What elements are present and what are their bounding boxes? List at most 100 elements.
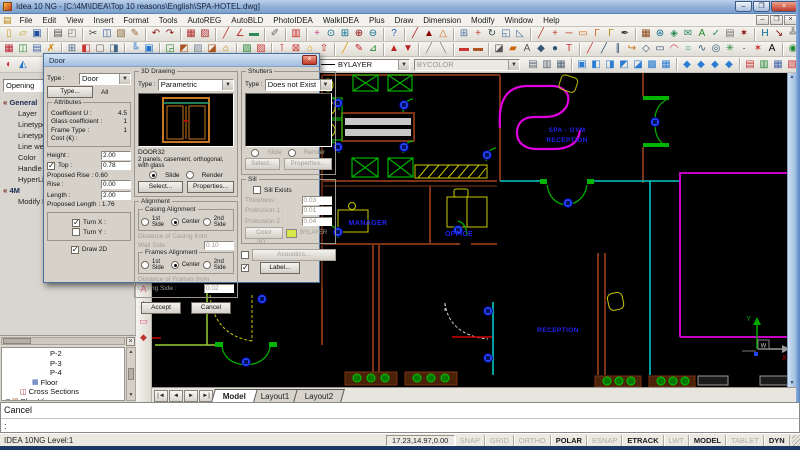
- toggle-snap[interactable]: SNAP: [455, 435, 485, 446]
- toggle-ortho[interactable]: ORTHO: [514, 435, 551, 446]
- erase-icon[interactable]: ▥: [289, 28, 303, 41]
- h-section-icon[interactable]: H: [758, 28, 772, 41]
- plot3-icon[interactable]: ▦: [554, 58, 568, 71]
- grid-tool-icon[interactable]: ⊞: [457, 28, 471, 41]
- view-cube1-icon[interactable]: ▣: [575, 58, 589, 71]
- pan-icon[interactable]: +: [310, 28, 324, 41]
- toggle-esnap[interactable]: ESNAP: [587, 435, 622, 446]
- tree-item-p3[interactable]: P-3: [2, 359, 124, 369]
- tab-model[interactable]: Model: [211, 389, 258, 402]
- tree-item-floor[interactable]: ▦ Floor: [2, 378, 124, 388]
- redline-icon[interactable]: ╱: [408, 28, 422, 41]
- chevron-down-icon[interactable]: ▼: [119, 74, 130, 84]
- pen-icon[interactable]: ✒: [618, 28, 632, 41]
- draw-2d-checkbox[interactable]: [71, 246, 79, 254]
- open-icon[interactable]: ▱: [16, 28, 30, 41]
- polyline-icon[interactable]: ╱: [597, 43, 611, 56]
- perspective2-icon[interactable]: ╲: [436, 43, 450, 56]
- type-button[interactable]: Type...: [47, 86, 93, 98]
- crosshair-icon[interactable]: +: [471, 28, 485, 41]
- check-icon[interactable]: ✓: [709, 28, 723, 41]
- slide-radio[interactable]: [149, 171, 157, 179]
- coordinates-readout[interactable]: 17.23,14.97,0.00: [386, 435, 455, 446]
- height-field[interactable]: 2.00: [101, 151, 131, 160]
- copy-icon[interactable]: ◫: [100, 28, 114, 41]
- toggle-lwt[interactable]: LWT: [664, 435, 689, 446]
- view-cube2-icon[interactable]: ◧: [589, 58, 603, 71]
- close-button[interactable]: ×: [771, 1, 797, 12]
- wall2-tool-icon[interactable]: ◫: [16, 43, 30, 56]
- zoom-previous-icon[interactable]: ⊙: [324, 28, 338, 41]
- close-icon[interactable]: ×: [302, 55, 317, 65]
- turn-y-checkbox[interactable]: [72, 228, 80, 236]
- plot2-icon[interactable]: ▥: [540, 58, 554, 71]
- scroll-down-icon[interactable]: ▼: [129, 392, 134, 399]
- calc-icon[interactable]: ▦: [639, 28, 653, 41]
- iso-view2-icon[interactable]: ◆: [694, 58, 708, 71]
- menu-photoidea[interactable]: PhotoIDEA: [268, 16, 318, 25]
- extra3-icon[interactable]: ▦: [771, 58, 785, 71]
- casing-1st-side-radio[interactable]: [141, 218, 149, 226]
- command-window[interactable]: Cancel :: [0, 402, 800, 433]
- save-icon[interactable]: ▣: [30, 28, 44, 41]
- frames-center-radio[interactable]: [171, 261, 179, 269]
- tree-vertical-scrollbar[interactable]: ▲ ▼: [126, 347, 136, 401]
- menu-draw[interactable]: Draw: [390, 16, 419, 25]
- furniture-icon[interactable]: A: [520, 43, 534, 56]
- plus-icon[interactable]: +: [548, 28, 562, 41]
- cut-icon[interactable]: ✂: [86, 28, 100, 41]
- level-down-icon[interactable]: ▼: [401, 43, 415, 56]
- corner-icon[interactable]: Γ: [590, 28, 604, 41]
- resize-grip-icon[interactable]: [792, 435, 800, 446]
- menu-file[interactable]: File: [15, 16, 38, 25]
- sketch-icon[interactable]: ✎: [352, 43, 366, 56]
- star-icon[interactable]: ✶: [737, 28, 751, 41]
- paste-icon[interactable]: ▧: [114, 28, 128, 41]
- print-preview-icon[interactable]: ◰: [65, 28, 79, 41]
- accept-button[interactable]: Accept: [141, 302, 181, 314]
- minimize-button[interactable]: –: [735, 1, 752, 12]
- rect-icon[interactable]: ▭: [576, 28, 590, 41]
- eraser2-icon[interactable]: ◪: [492, 43, 506, 56]
- plot1-icon[interactable]: ▤: [526, 58, 540, 71]
- layers3d-icon[interactable]: ◭: [16, 58, 30, 71]
- triangle-up-icon[interactable]: ▲: [422, 28, 436, 41]
- palette-header[interactable]: Opening: [3, 79, 45, 92]
- turn-x-checkbox[interactable]: [72, 219, 80, 227]
- mail-icon[interactable]: ✉: [681, 28, 695, 41]
- extra1-icon[interactable]: ▤: [743, 58, 757, 71]
- spline-icon[interactable]: ∿: [695, 43, 709, 56]
- offset-icon[interactable]: ↪: [625, 43, 639, 56]
- acoustics-checkbox[interactable]: [241, 251, 249, 259]
- extra2-icon[interactable]: ▥: [757, 58, 771, 71]
- slope-icon[interactable]: ◺: [513, 28, 527, 41]
- print-icon[interactable]: ▤: [51, 28, 65, 41]
- corner2-icon[interactable]: Γ: [604, 28, 618, 41]
- scrollbar-thumb[interactable]: [128, 368, 134, 380]
- tree-tool-icon[interactable]: T: [562, 43, 576, 56]
- menu-view[interactable]: View: [61, 16, 88, 25]
- symbol-icon[interactable]: ◆: [534, 43, 548, 56]
- perspective1-icon[interactable]: ╱: [422, 43, 436, 56]
- casing-2nd-side-radio[interactable]: [203, 218, 211, 226]
- command-prompt[interactable]: :: [1, 419, 799, 433]
- top-checkbox[interactable]: [47, 162, 55, 170]
- menu-autobld[interactable]: AutoBLD: [226, 16, 268, 25]
- circle-icon[interactable]: ○: [681, 43, 695, 56]
- layer-select[interactable]: BYLAYER ▼: [318, 59, 410, 71]
- toggle-grid[interactable]: GRID: [485, 435, 514, 446]
- rise-field[interactable]: 0.00: [101, 180, 131, 189]
- label-checkbox[interactable]: [241, 264, 249, 272]
- tab-first-button[interactable]: |◄: [154, 390, 168, 402]
- point-icon[interactable]: ·: [737, 43, 751, 56]
- mdi-restore-button[interactable]: ❐: [770, 15, 783, 25]
- layer-manager-icon[interactable]: ▦: [184, 28, 198, 41]
- chevron-down-icon[interactable]: ▼: [508, 60, 519, 70]
- length-field[interactable]: 2.00: [101, 191, 131, 200]
- tree-horizontal-scrollbar[interactable]: [1, 337, 125, 345]
- line-red-icon[interactable]: ╱: [534, 28, 548, 41]
- menu-format[interactable]: Format: [118, 16, 153, 25]
- dash-icon[interactable]: ─: [562, 28, 576, 41]
- chevron-down-icon[interactable]: ▼: [320, 80, 331, 90]
- zoom-scale-icon[interactable]: ⊛: [653, 28, 667, 41]
